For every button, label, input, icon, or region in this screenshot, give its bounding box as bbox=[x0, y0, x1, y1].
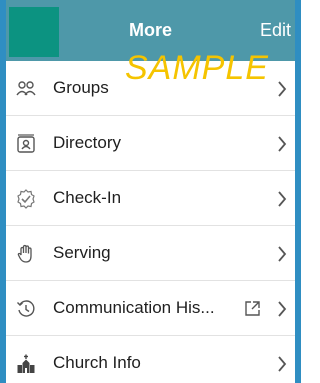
menu-item-church-info[interactable]: Church Info bbox=[6, 336, 295, 383]
external-link-icon bbox=[245, 301, 260, 316]
sample-watermark: SAMPLE bbox=[125, 49, 269, 87]
menu-item-label: Serving bbox=[53, 243, 111, 262]
chevron-right-icon bbox=[278, 301, 287, 317]
chevron-right-icon bbox=[278, 356, 287, 372]
groups-icon bbox=[16, 81, 36, 96]
serving-hand-icon bbox=[17, 244, 32, 263]
menu-item-label: Groups bbox=[53, 78, 109, 97]
menu-item-label: Check-In bbox=[53, 188, 122, 207]
chevron-right-icon bbox=[278, 191, 287, 207]
menu-item-label: Directory bbox=[53, 133, 122, 152]
chevron-right-icon bbox=[278, 81, 287, 97]
more-menu-list: Groups Directory Check-In Serving Commun… bbox=[6, 61, 295, 383]
menu-item-directory[interactable]: Directory bbox=[6, 116, 295, 171]
menu-item-label: Church Info bbox=[53, 353, 141, 372]
chevron-right-icon bbox=[278, 246, 287, 262]
page-title: More bbox=[128, 20, 172, 40]
directory-icon bbox=[17, 134, 35, 153]
church-icon bbox=[17, 354, 35, 373]
menu-item-serving[interactable]: Serving bbox=[6, 226, 295, 281]
edit-button[interactable]: Edit bbox=[260, 20, 291, 41]
chevron-right-icon bbox=[278, 136, 287, 152]
menu-item-label: Communication His... bbox=[53, 298, 215, 317]
check-in-icon bbox=[17, 189, 35, 209]
menu-item-communication-history[interactable]: Communication His... bbox=[6, 281, 295, 336]
menu-item-check-in[interactable]: Check-In bbox=[6, 171, 295, 226]
history-icon bbox=[17, 300, 35, 317]
